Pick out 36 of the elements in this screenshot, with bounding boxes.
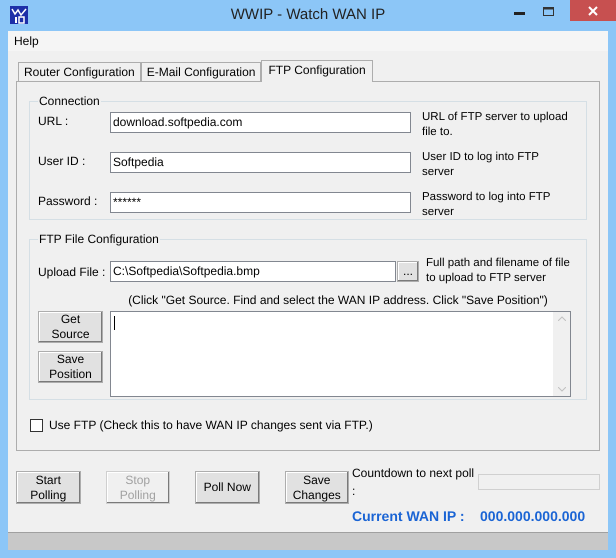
text-field[interactable]: Softpedia: [110, 152, 411, 173]
field-description: User ID to log into FTP server: [422, 150, 540, 180]
action-button[interactable]: Start Polling: [16, 471, 80, 504]
field-label: URL :: [38, 113, 70, 130]
field-description: Password to log into FTP server: [422, 190, 552, 220]
menu-item[interactable]: Help: [14, 32, 39, 50]
countdown-label: Countdown to next poll :: [352, 465, 476, 500]
group-title: Connection: [38, 93, 101, 110]
current-ip-label: Current WAN IP :: [352, 507, 466, 526]
text-field[interactable]: C:\Softpedia\Softpedia.bmp: [110, 261, 396, 282]
window-title: WWIP - Watch WAN IP: [230, 5, 386, 26]
maximize-icon[interactable]: [543, 7, 554, 16]
app-icon: [10, 6, 28, 24]
action-button[interactable]: Save Position: [38, 351, 103, 383]
tab[interactable]: FTP Configuration: [261, 60, 373, 82]
text-field[interactable]: download.softpedia.com: [110, 112, 411, 133]
field-label: Upload File :: [38, 264, 106, 281]
instruction-text: (Click "Get Source. Find and select the WAN IP address. Click "Save Position"): [127, 292, 549, 309]
browse-button[interactable]: ...: [397, 261, 419, 282]
close-button[interactable]: [570, 0, 616, 21]
tab[interactable]: E-Mail Configuration: [140, 62, 262, 81]
close-icon: [588, 6, 598, 16]
tab[interactable]: Router Configuration: [18, 62, 141, 81]
field-label: Password :: [38, 193, 98, 210]
source-text-area[interactable]: [110, 311, 571, 397]
current-ip-value: 000.000.000.000: [480, 507, 586, 526]
field-description: URL of FTP server to upload file to.: [422, 110, 569, 140]
field-label: User ID :: [38, 153, 86, 170]
action-button[interactable]: Get Source: [38, 311, 103, 343]
checkbox[interactable]: [30, 418, 43, 432]
field-description: Full path and filename of file to upload to FTP server: [426, 256, 571, 286]
action-button[interactable]: Save Changes: [284, 471, 349, 504]
action-button[interactable]: Poll Now: [195, 471, 260, 504]
text-field[interactable]: ******: [110, 192, 411, 213]
checkbox-label: Use FTP (Check this to have WAN IP changes sent via FTP.): [49, 417, 373, 434]
group-title: FTP File Configuration: [38, 231, 160, 248]
